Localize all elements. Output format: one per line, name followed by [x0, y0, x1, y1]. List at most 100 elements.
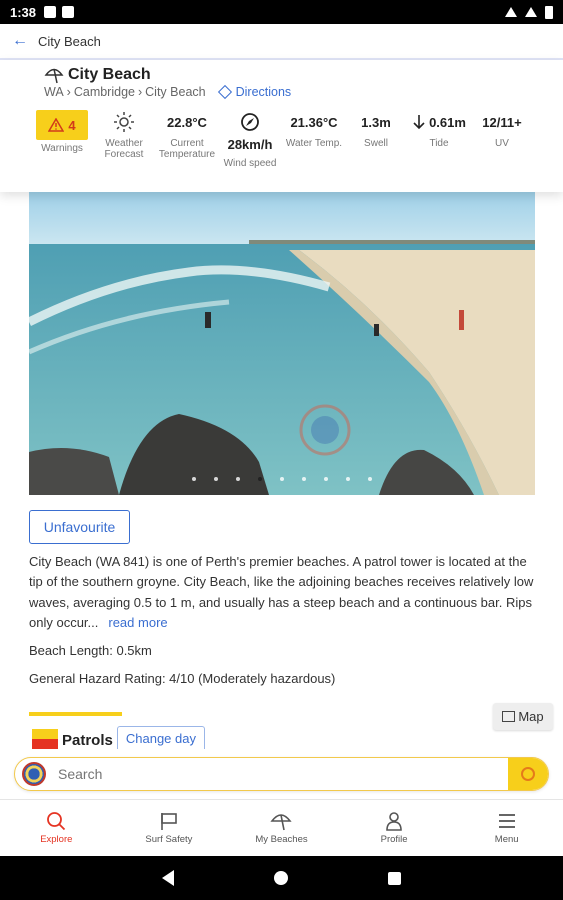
app-bar: ← City Beach: [0, 24, 563, 60]
breadcrumb-state[interactable]: WA: [44, 85, 64, 99]
stat-tide: 0.61m Tide: [404, 110, 474, 149]
water-temp-value: 21.36°C: [290, 114, 338, 130]
stat-uv: 12/11+ UV: [474, 110, 530, 150]
patrols-section: Patrols Change day: [29, 712, 205, 749]
nav-surf-safety[interactable]: Surf Safety: [113, 800, 226, 856]
temperature-label-line1: Current: [170, 138, 204, 149]
beach-title: City Beach: [68, 66, 151, 83]
nav-my-beaches-label: My Beaches: [255, 834, 308, 845]
directions-icon: [217, 84, 232, 100]
gallery-dot-active[interactable]: [258, 477, 262, 481]
breadcrumb-separator: ›: [137, 85, 143, 99]
hazard-rating: General Hazard Rating: 4/10 (Moderately …: [29, 671, 336, 686]
stat-temperature: 22.8°C Current Temperature: [154, 110, 220, 161]
beach-length: Beach Length: 0.5km: [29, 643, 152, 658]
nav-profile-label: Profile: [380, 834, 408, 845]
beach-description: City Beach (WA 841) is one of Perth's pr…: [29, 552, 539, 633]
battery-icon: [545, 5, 553, 19]
patrol-flag-icon: [32, 729, 58, 749]
wind-label: Wind speed: [223, 158, 277, 169]
status-bar: 1:38: [0, 0, 563, 24]
system-recents-icon[interactable]: [388, 871, 401, 885]
gallery-dot[interactable]: [214, 477, 218, 481]
beach-title-row: City Beach: [44, 66, 151, 84]
gallery-dot[interactable]: [280, 477, 284, 481]
bottom-navigation: Explore Surf Safety My Beaches Profile M…: [0, 799, 563, 856]
stat-wind: 28km/h Wind speed: [220, 110, 280, 169]
system-back-icon[interactable]: [162, 870, 174, 886]
breadcrumb-suburb[interactable]: Cambridge: [74, 85, 135, 99]
tide-value: 0.61m: [429, 114, 466, 130]
warnings-count: 4: [68, 117, 76, 133]
wifi-icon: [505, 7, 517, 17]
stat-swell: 1.3m Swell: [352, 110, 400, 150]
gallery-dot[interactable]: [368, 477, 372, 481]
nav-menu[interactable]: Menu: [450, 800, 563, 856]
sun-icon: [114, 112, 134, 132]
gallery-dot[interactable]: [346, 477, 350, 481]
nav-menu-label: Menu: [494, 834, 519, 845]
map-button[interactable]: Map: [493, 703, 553, 730]
signal-icon: [525, 7, 537, 17]
system-navigation-bar: [0, 856, 563, 900]
beach-photo-gallery[interactable]: [29, 192, 535, 495]
weather-label-line1: Weather: [105, 138, 143, 149]
compass-icon: [241, 113, 259, 131]
search-input[interactable]: [46, 766, 508, 782]
temperature-value: 22.8°C: [167, 114, 207, 130]
read-more-link[interactable]: read more: [108, 615, 167, 630]
nav-profile[interactable]: Profile: [338, 800, 451, 856]
search-bar: [14, 757, 549, 791]
app-bar-title: City Beach: [38, 33, 101, 49]
wind-value: 28km/h: [227, 136, 273, 152]
gallery-dots: [29, 477, 535, 481]
nav-explore-label: Explore: [40, 834, 73, 845]
surf-life-saving-logo: [22, 762, 46, 786]
breadcrumb-separator: ›: [66, 85, 71, 99]
flag-icon: [161, 813, 177, 830]
stat-weather[interactable]: Weather Forecast: [96, 110, 152, 160]
arrow-down-icon: [413, 115, 425, 130]
water-temp-label: Water Temp.: [285, 138, 343, 149]
gallery-dot[interactable]: [302, 477, 306, 481]
umbrella-icon: [44, 68, 64, 84]
beach-stats: 4 Warnings Weather Forecast 22.8°C Curre…: [32, 110, 552, 180]
search-icon: [47, 812, 66, 831]
unfavourite-button[interactable]: Unfavourite: [29, 510, 130, 544]
warning-icon: [48, 118, 65, 132]
change-day-button[interactable]: Change day: [116, 726, 205, 749]
gallery-dot[interactable]: [324, 477, 328, 481]
gallery-dot[interactable]: [192, 477, 196, 481]
directions-label: Directions: [235, 85, 292, 99]
nav-surf-safety-label: Surf Safety: [145, 834, 193, 845]
gallery-dot[interactable]: [236, 477, 240, 481]
breadcrumb-beach: City Beach: [145, 85, 206, 99]
patrols-accent-bar: [29, 712, 122, 716]
map-label: Map: [518, 709, 544, 724]
warnings-badge[interactable]: 4: [36, 110, 88, 140]
back-arrow-icon[interactable]: ←: [12, 32, 28, 50]
beach-photo: [29, 192, 535, 495]
breadcrumb: WA › Cambridge › City Beach Directions: [44, 84, 292, 100]
locate-button[interactable]: [508, 758, 548, 790]
notification-icon: [44, 6, 57, 18]
user-icon: [386, 812, 402, 831]
swell-label: Swell: [364, 138, 388, 149]
uv-label: UV: [495, 138, 509, 149]
system-home-icon[interactable]: [274, 871, 288, 885]
uv-value: 12/11+: [482, 114, 522, 130]
weather-label-line2: Forecast: [104, 149, 144, 160]
directions-link[interactable]: Directions: [217, 84, 292, 100]
map-icon: [502, 711, 516, 722]
patrols-label: Patrols: [62, 732, 113, 749]
tide-label: Tide: [429, 138, 449, 149]
location-target-icon: [521, 767, 535, 781]
beach-header-card: City Beach WA › Cambridge › City Beach D…: [0, 60, 563, 192]
hamburger-menu-icon: [498, 814, 515, 828]
stat-warnings[interactable]: 4 Warnings: [32, 110, 92, 154]
stat-water-temp: 21.36°C Water Temp.: [282, 110, 346, 150]
nav-my-beaches[interactable]: My Beaches: [225, 800, 338, 856]
swell-value: 1.3m: [361, 114, 391, 130]
umbrella-icon: [270, 814, 293, 831]
nav-explore[interactable]: Explore: [0, 800, 113, 856]
